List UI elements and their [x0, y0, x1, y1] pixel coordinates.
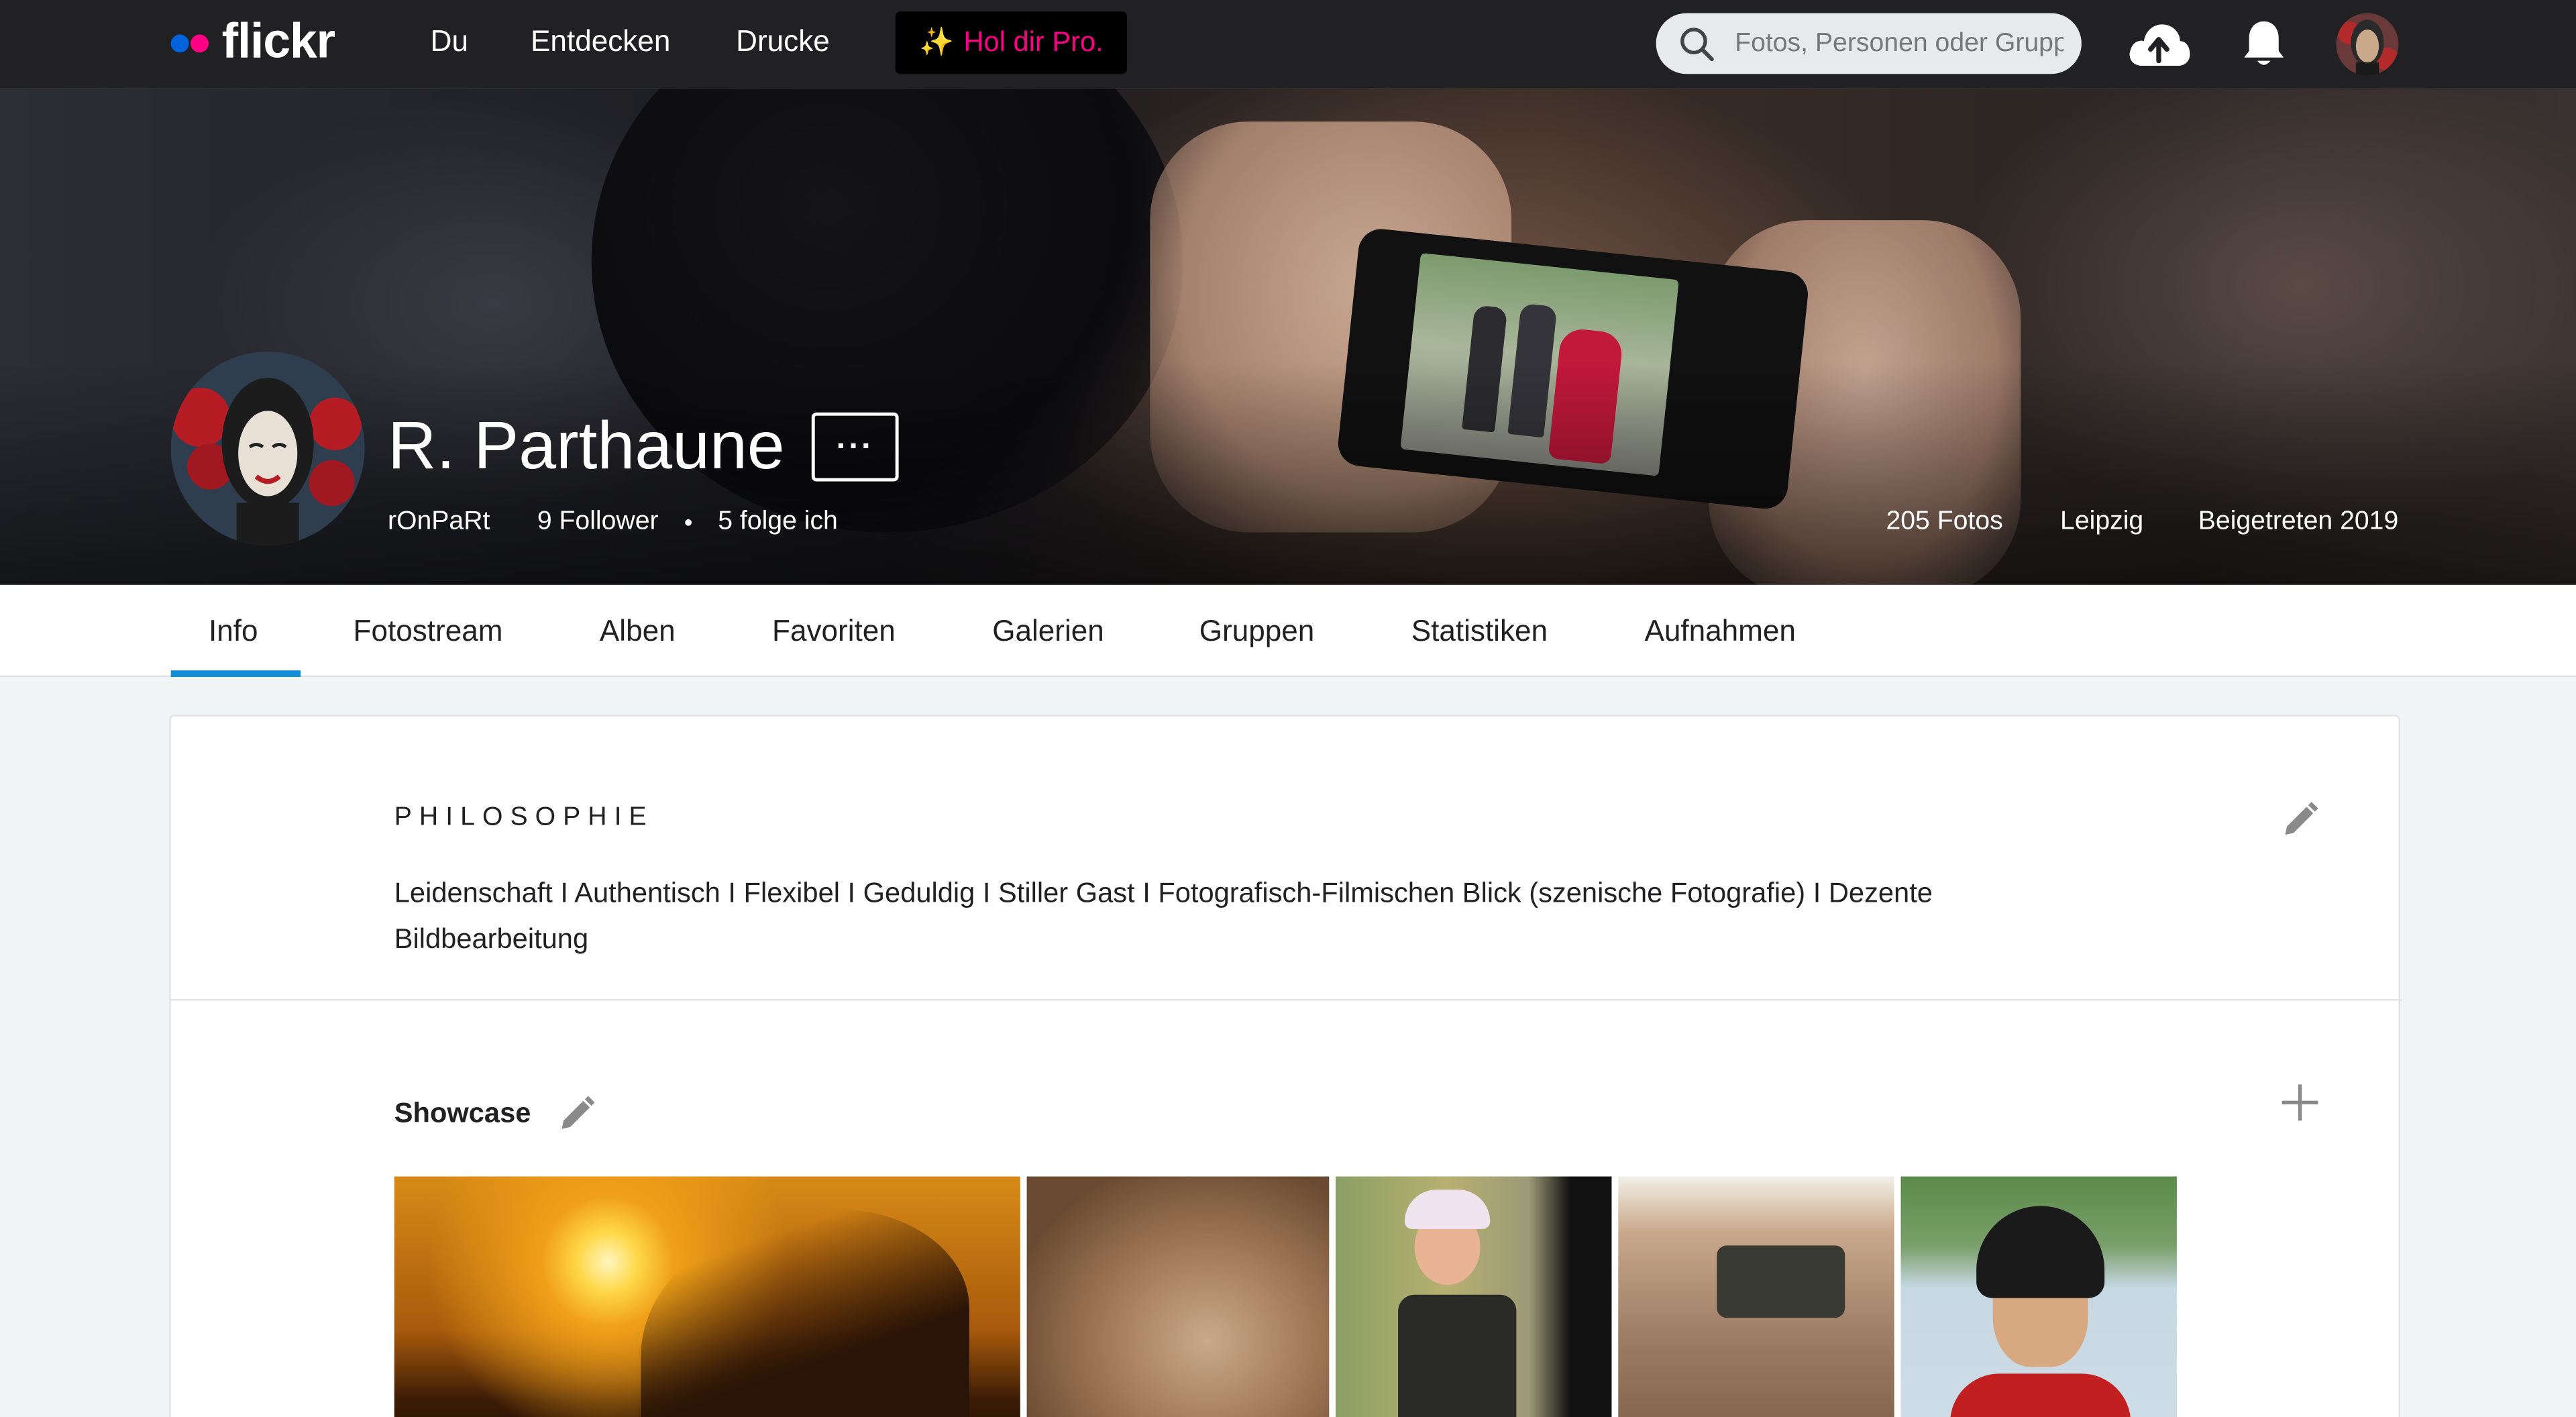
profile-avatar-image — [170, 352, 365, 546]
tab-favoriten[interactable]: Favoriten — [772, 615, 896, 649]
cover-gradient-overlay — [0, 89, 2576, 585]
page: flickr Du Entdecken Drucke ✨ Hol dir Pro… — [0, 0, 2576, 1417]
tab-galerien[interactable]: Galerien — [992, 615, 1104, 649]
profile-following-link[interactable]: 5 folge ich — [718, 508, 838, 537]
showcase-photo-vintage-car[interactable] — [1618, 1176, 1894, 1417]
profile-more-button[interactable]: ··· — [811, 412, 899, 482]
get-pro-button[interactable]: ✨ Hol dir Pro. — [895, 11, 1128, 74]
profile-location: Leipzig — [2060, 507, 2144, 536]
tab-fotostream[interactable]: Fotostream — [354, 615, 503, 649]
edit-showcase-pencil-icon[interactable] — [557, 1094, 596, 1134]
profile-joined: Beigetreten 2019 — [2198, 507, 2399, 536]
profile-tabs: Info Fotostream Alben Favoriten Galerien… — [0, 584, 2576, 677]
flickr-logo[interactable]: flickr — [170, 13, 336, 72]
showcase-photo-sunset[interactable] — [394, 1176, 1020, 1417]
profile-username: rOnPaRt — [387, 507, 490, 536]
search-icon — [1680, 27, 1714, 60]
notification-bell-icon[interactable] — [2239, 18, 2288, 70]
add-to-showcase-plus-icon[interactable] — [2279, 1081, 2322, 1124]
about-card: PHILOSOPHIE Leidenschaft I Authentisch I… — [169, 715, 2402, 1417]
photo-detail — [1949, 1373, 2131, 1417]
logo-pink-dot — [191, 34, 209, 52]
showcase-photo-statue[interactable] — [1900, 1176, 2177, 1417]
logo-blue-dot — [170, 34, 189, 52]
profile-photo-count: 205 Fotos — [1886, 507, 2003, 536]
active-tab-indicator — [170, 670, 301, 677]
user-avatar[interactable] — [2336, 13, 2399, 76]
showcase-photo-woman-bonnet[interactable] — [1336, 1176, 1612, 1417]
sparkle-icon: ✨ — [918, 26, 954, 58]
edit-philosophy-pencil-icon[interactable] — [2280, 800, 2320, 840]
showcase-photo-man-portrait[interactable] — [1026, 1176, 1330, 1417]
upload-cloud-icon[interactable] — [2126, 19, 2192, 68]
tab-alben[interactable]: Alben — [600, 615, 676, 649]
meta-separator-dot — [685, 519, 692, 526]
top-navigation: flickr Du Entdecken Drucke ✨ Hol dir Pro… — [0, 0, 2576, 89]
photo-detail — [641, 1209, 969, 1417]
tab-aufnahmen[interactable]: Aufnahmen — [1644, 615, 1795, 649]
profile-followers-link[interactable]: 9 Follower — [537, 508, 659, 537]
photo-detail — [1976, 1206, 2105, 1298]
nav-link-du[interactable]: Du — [431, 25, 468, 59]
tab-gruppen[interactable]: Gruppen — [1199, 615, 1315, 649]
profile-avatar[interactable] — [170, 352, 365, 546]
showcase-heading: Showcase — [394, 1097, 531, 1129]
nav-link-entdecken[interactable]: Entdecken — [531, 25, 670, 59]
profile-cover-photo — [0, 89, 2576, 585]
philosophy-text: Leidenschaft I Authentisch I Flexibel I … — [394, 877, 1933, 955]
search-input[interactable] — [1735, 28, 2063, 58]
section-divider — [170, 998, 2402, 1001]
logo-wordmark: flickr — [221, 15, 336, 69]
search-box[interactable] — [1656, 13, 2082, 74]
tab-info[interactable]: Info — [209, 615, 258, 649]
photo-detail — [1398, 1294, 1517, 1417]
showcase-gallery — [394, 1176, 2177, 1417]
photo-detail — [1717, 1245, 1845, 1318]
philosophy-heading: PHILOSOPHIE — [394, 803, 654, 832]
photo-detail — [1404, 1190, 1491, 1229]
profile-name: R. Parthaune — [387, 407, 785, 484]
get-pro-label: Hol dir Pro. — [963, 26, 1104, 58]
nav-link-drucke[interactable]: Drucke — [736, 25, 830, 59]
tab-statistiken[interactable]: Statistiken — [1411, 615, 1548, 649]
avatar-image — [2336, 13, 2399, 76]
